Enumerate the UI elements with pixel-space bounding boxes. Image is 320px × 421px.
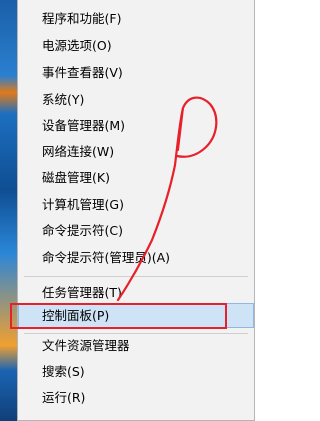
menu-item-computer-management[interactable]: 计算机管理(G): [42, 195, 124, 215]
menu-item-search[interactable]: 搜索(S): [42, 362, 85, 382]
menu-item-event-viewer[interactable]: 事件查看器(V): [42, 63, 123, 83]
menu-item-task-manager[interactable]: 任务管理器(T): [42, 283, 122, 303]
annotation-highlight-box: [10, 303, 227, 329]
menu-item-system[interactable]: 系统(Y): [42, 90, 84, 110]
menu-separator: [24, 333, 248, 334]
menu-separator: [24, 276, 248, 277]
menu-item-network-connections[interactable]: 网络连接(W): [42, 142, 114, 162]
menu-item-power-options[interactable]: 电源选项(O): [42, 36, 112, 56]
menu-item-programs-features[interactable]: 程序和功能(F): [42, 9, 121, 29]
desktop-background-strip: [0, 0, 17, 421]
menu-item-disk-management[interactable]: 磁盘管理(K): [42, 168, 110, 188]
menu-item-file-explorer[interactable]: 文件资源管理器: [42, 336, 130, 356]
menu-item-command-prompt-admin[interactable]: 命令提示符(管理员)(A): [42, 248, 170, 268]
menu-item-command-prompt[interactable]: 命令提示符(C): [42, 221, 123, 241]
winx-context-menu: 程序和功能(F) 电源选项(O) 事件查看器(V) 系统(Y) 设备管理器(M)…: [17, 0, 255, 421]
menu-item-device-manager[interactable]: 设备管理器(M): [42, 116, 125, 136]
menu-item-run[interactable]: 运行(R): [42, 388, 85, 408]
